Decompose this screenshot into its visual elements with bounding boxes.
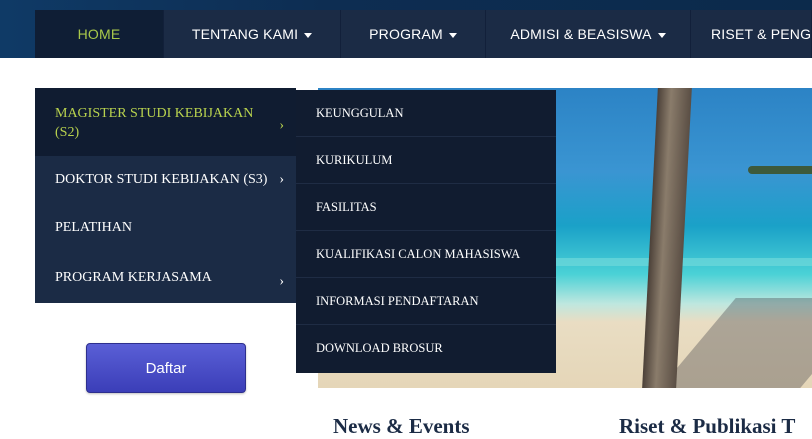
riset-publikasi-heading: Riset & Publikasi T [619,414,796,438]
palm-shadow [660,298,812,388]
main-nav: HOME TENTANG KAMI PROGRAM ADMISI & BEASI… [35,10,812,58]
flyout-item-kualifikasi[interactable]: KUALIFIKASI CALON MAHASISWA [296,231,556,278]
chevron-right-icon: › [279,274,284,289]
submenu-item-magister[interactable]: MAGISTER STUDI KEBIJAKAN (S2) › [35,88,296,156]
palm-trunk [642,88,692,388]
submenu-item-doktor[interactable]: DOKTOR STUDI KEBIJAKAN (S3) › [35,156,296,204]
submenu-item-label: DOKTOR STUDI KEBIJAKAN (S3) [55,172,268,187]
magister-flyout-menu: KEUNGGULAN KURIKULUM FASILITAS KUALIFIKA… [296,90,556,373]
daftar-button[interactable]: Daftar [86,343,246,393]
program-submenu: MAGISTER STUDI KEBIJAKAN (S2) › DOKTOR S… [35,88,296,303]
caret-down-icon [304,32,313,38]
submenu-item-label: MAGISTER STUDI KEBIJAKAN (S2) [55,106,254,140]
nav-admisi-label: ADMISI & BEASISWA [510,26,652,42]
flyout-item-keunggulan[interactable]: KEUNGGULAN [296,90,556,137]
flyout-item-kurikulum[interactable]: KURIKULUM [296,137,556,184]
nav-home-label: HOME [77,26,121,42]
caret-down-icon [448,32,457,38]
news-events-heading: News & Events [333,414,470,438]
flyout-item-informasi-pendaftaran[interactable]: INFORMASI PENDAFTARAN [296,278,556,325]
chevron-right-icon: › [279,118,284,133]
nav-home[interactable]: HOME [35,10,164,58]
flyout-item-fasilitas[interactable]: FASILITAS [296,184,556,231]
nav-program[interactable]: PROGRAM [341,10,486,58]
flyout-item-download-brosur[interactable]: DOWNLOAD BROSUR [296,325,556,372]
nav-admisi-beasiswa[interactable]: ADMISI & BEASISWA [486,10,691,58]
submenu-item-label: PELATIHAN [55,220,132,235]
caret-down-icon [657,32,666,38]
nav-riset[interactable]: RISET & PENG [691,10,812,58]
submenu-item-kerjasama[interactable]: PROGRAM KERJASAMA › [35,252,296,303]
nav-tentang-kami-label: TENTANG KAMI [191,26,299,42]
submenu-item-pelatihan[interactable]: PELATIHAN [35,204,296,252]
island [748,166,812,174]
submenu-item-label: PROGRAM KERJASAMA [55,270,212,285]
chevron-right-icon: › [279,172,284,187]
nav-riset-label: RISET & PENG [711,26,812,42]
nav-tentang-kami[interactable]: TENTANG KAMI [164,10,341,58]
nav-program-label: PROGRAM [369,26,443,42]
